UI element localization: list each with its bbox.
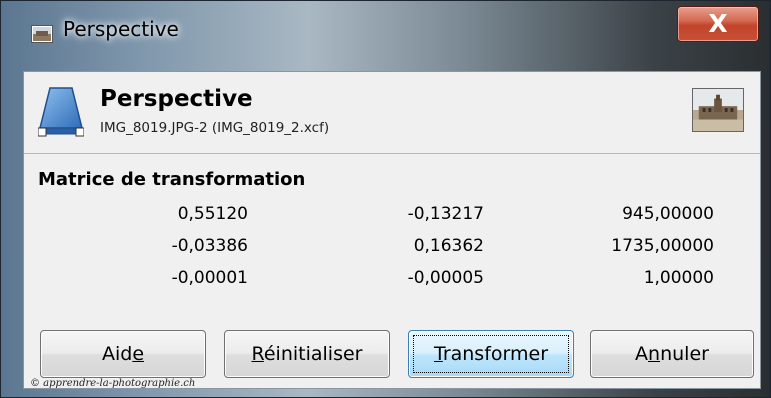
header-title: Perspective xyxy=(100,86,253,112)
reset-button-label: Réinitialiser xyxy=(251,343,363,365)
matrix-cell-1-0: -0,03386 xyxy=(171,236,248,256)
matrix-cell-0-0: 0,55120 xyxy=(177,204,248,224)
help-button[interactable]: Aide xyxy=(40,330,206,378)
title-bar[interactable]: Perspective X xyxy=(1,1,771,71)
dialog-client-area: Perspective IMG_8019.JPG-2 (IMG_8019_2.x… xyxy=(23,71,761,389)
image-window-icon xyxy=(31,25,53,43)
close-button[interactable]: X xyxy=(677,6,759,42)
window-title: Perspective xyxy=(63,17,179,41)
matrix-cell-0-2: 945,00000 xyxy=(622,204,714,224)
matrix-cell-2-0: -0,00001 xyxy=(171,268,248,288)
matrix-cell-2-2: 1,00000 xyxy=(643,268,714,288)
focus-rectangle xyxy=(413,335,569,373)
reset-button[interactable]: Réinitialiser xyxy=(224,330,390,378)
watermark: © apprendre-la-photographie.ch xyxy=(30,378,196,389)
transform-button[interactable]: Transformer xyxy=(408,330,574,378)
matrix-cell-1-1: 0,16362 xyxy=(413,236,484,256)
matrix-label: Matrice de transformation xyxy=(38,169,306,190)
cancel-button[interactable]: Annuler xyxy=(590,330,754,378)
matrix-cell-2-1: -0,00005 xyxy=(407,268,484,288)
cancel-button-label: Annuler xyxy=(635,343,709,365)
dialog-header: Perspective IMG_8019.JPG-2 (IMG_8019_2.x… xyxy=(24,72,760,154)
close-icon: X xyxy=(708,9,728,38)
dialog-window: Perspective X Perspective IMG_8019.JPG-2… xyxy=(0,0,771,398)
image-name: IMG_8019.JPG-2 (IMG_8019_2.xcf) xyxy=(100,120,330,136)
image-thumbnail xyxy=(692,88,744,132)
matrix-cell-0-1: -0,13217 xyxy=(407,204,484,224)
matrix-cell-1-2: 1735,00000 xyxy=(611,236,714,256)
perspective-tool-icon xyxy=(38,87,84,137)
help-button-label: Aide xyxy=(101,343,145,365)
